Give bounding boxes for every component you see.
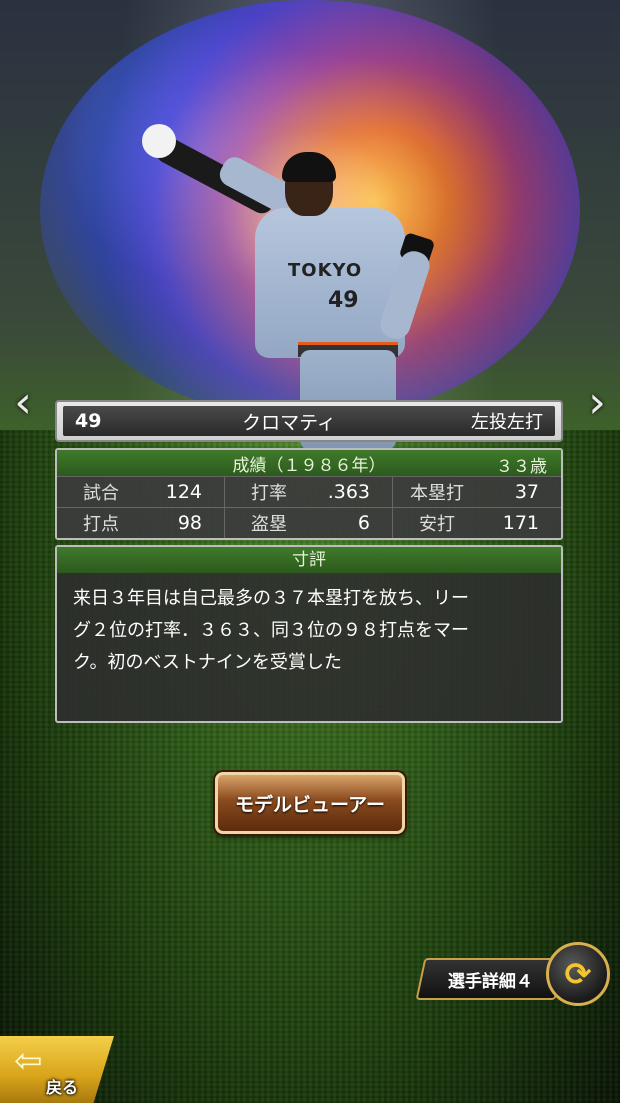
stat-cell-steals: 盗塁 6 bbox=[225, 507, 393, 538]
comment-line: 来日３年目は自己最多の３７本塁打を放ち、リー bbox=[73, 588, 469, 609]
stats-panel: 成績（１９８６年） ３３歳 試合 124 打率 .363 本塁打 37 打点 9… bbox=[55, 448, 563, 540]
stat-value: 171 bbox=[502, 512, 539, 534]
player-jersey bbox=[255, 208, 405, 358]
stat-label: 盗塁 bbox=[251, 514, 287, 535]
stat-label: 打率 bbox=[251, 483, 287, 504]
comment-title: 寸評 bbox=[57, 547, 561, 573]
player-fist bbox=[142, 124, 176, 158]
chevron-left-icon[interactable]: ‹ bbox=[6, 378, 40, 428]
jersey-text: TOKYO bbox=[288, 260, 363, 281]
stat-value: 98 bbox=[177, 512, 202, 534]
stat-value: 6 bbox=[357, 512, 370, 534]
player-helmet bbox=[282, 152, 336, 182]
stat-value: 37 bbox=[514, 481, 539, 503]
stat-value: 124 bbox=[165, 481, 202, 503]
player-name-bar-inner: 49 クロマティ 左投左打 bbox=[63, 406, 555, 436]
stat-value: .363 bbox=[327, 481, 370, 503]
stat-label: 本塁打 bbox=[410, 483, 464, 504]
swap-arrows-icon[interactable]: ⟳ bbox=[546, 942, 610, 1006]
stats-grid: 試合 124 打率 .363 本塁打 37 打点 98 盗塁 6 安打 171 bbox=[57, 476, 561, 538]
stat-cell-average: 打率 .363 bbox=[225, 476, 393, 507]
stat-cell-rbi: 打点 98 bbox=[57, 507, 225, 538]
player-handedness: 左投左打 bbox=[471, 412, 543, 433]
model-viewer-button[interactable]: モデルビューアー bbox=[215, 772, 405, 834]
comment-body: 来日３年目は自己最多の３７本塁打を放ち、リー グ２位の打率．３６３、同３位の９８… bbox=[57, 573, 561, 689]
comment-line: グ２位の打率．３６３、同３位の９８打点をマー bbox=[73, 620, 469, 641]
back-arrow-icon: ⇦ bbox=[14, 1041, 43, 1081]
player-name-bar: 49 クロマティ 左投左打 bbox=[55, 400, 563, 442]
stat-cell-games: 試合 124 bbox=[57, 476, 225, 507]
player-age: ３３歳 bbox=[496, 457, 547, 477]
player-illustration: TOKYO 49 bbox=[140, 110, 440, 450]
stats-header: 成績（１９８６年） ３３歳 bbox=[57, 450, 561, 477]
jersey-number: 49 bbox=[328, 288, 359, 313]
back-button-label: 戻る bbox=[46, 1078, 79, 1097]
player-name: クロマティ bbox=[242, 411, 336, 434]
stat-label: 試合 bbox=[83, 483, 119, 504]
comment-panel: 寸評 来日３年目は自己最多の３７本塁打を放ち、リー グ２位の打率．３６３、同３位… bbox=[55, 545, 563, 723]
comment-line: ク。初のベストナインを受賞した bbox=[73, 652, 342, 673]
chevron-right-icon[interactable]: › bbox=[580, 378, 614, 428]
stat-label: 打点 bbox=[83, 514, 119, 535]
stat-label: 安打 bbox=[419, 514, 455, 535]
stat-cell-home-runs: 本塁打 37 bbox=[393, 476, 561, 507]
player-details-label: 選手詳細４ bbox=[447, 971, 533, 992]
player-details-button[interactable]: 選手詳細４ bbox=[415, 958, 565, 1000]
stat-cell-hits: 安打 171 bbox=[393, 507, 561, 538]
season-label: 成績（１９８６年） bbox=[232, 455, 386, 476]
player-number: 49 bbox=[75, 410, 102, 432]
